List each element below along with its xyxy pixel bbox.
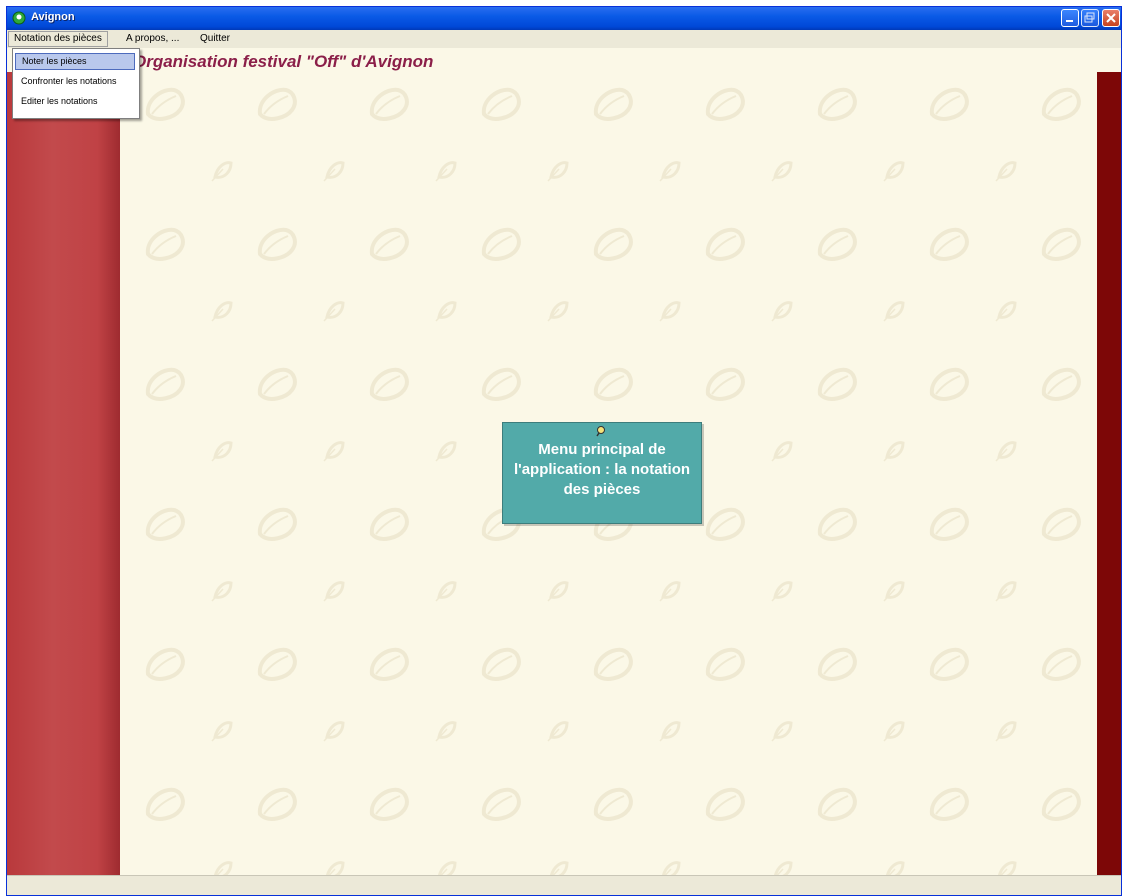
menu-item-confronter-les-notations[interactable]: Confronter les notations (15, 73, 135, 90)
close-icon (1106, 13, 1116, 23)
minimize-button[interactable] (1061, 9, 1079, 27)
menu-a-propos[interactable]: A propos, ... (121, 31, 184, 47)
page-title: Organisation festival "Off" d'Avignon (133, 52, 434, 71)
left-decorative-band (7, 72, 124, 875)
dropdown-menu: Noter les pièces Confronter les notation… (12, 48, 140, 119)
info-note: Menu principal de l'application : la not… (502, 422, 702, 524)
app-window: Avignon Notation des pièces A propos, ..… (6, 6, 1122, 896)
menu-quitter[interactable]: Quitter (195, 31, 235, 47)
maximize-button[interactable] (1081, 9, 1099, 27)
header-strip: Organisation festival "Off" d'Avignon (7, 48, 1121, 72)
menu-notation-des-pieces[interactable]: Notation des pièces (8, 31, 108, 47)
pushpin-icon (596, 426, 605, 437)
close-button[interactable] (1102, 9, 1120, 27)
window-title: Avignon (31, 11, 75, 23)
status-bar (7, 875, 1121, 895)
title-bar[interactable]: Avignon (7, 7, 1121, 30)
menu-bar: Notation des pièces A propos, ... Quitte… (7, 30, 1121, 48)
restore-icon (1084, 12, 1095, 23)
menu-item-noter-les-pieces[interactable]: Noter les pièces (15, 53, 135, 70)
note-text: Menu principal de l'application : la not… (513, 441, 691, 498)
menu-item-editer-les-notations[interactable]: Editer les notations (15, 93, 135, 110)
app-icon (12, 11, 26, 25)
right-decorative-band (1097, 72, 1121, 875)
minimize-icon (1066, 20, 1073, 22)
